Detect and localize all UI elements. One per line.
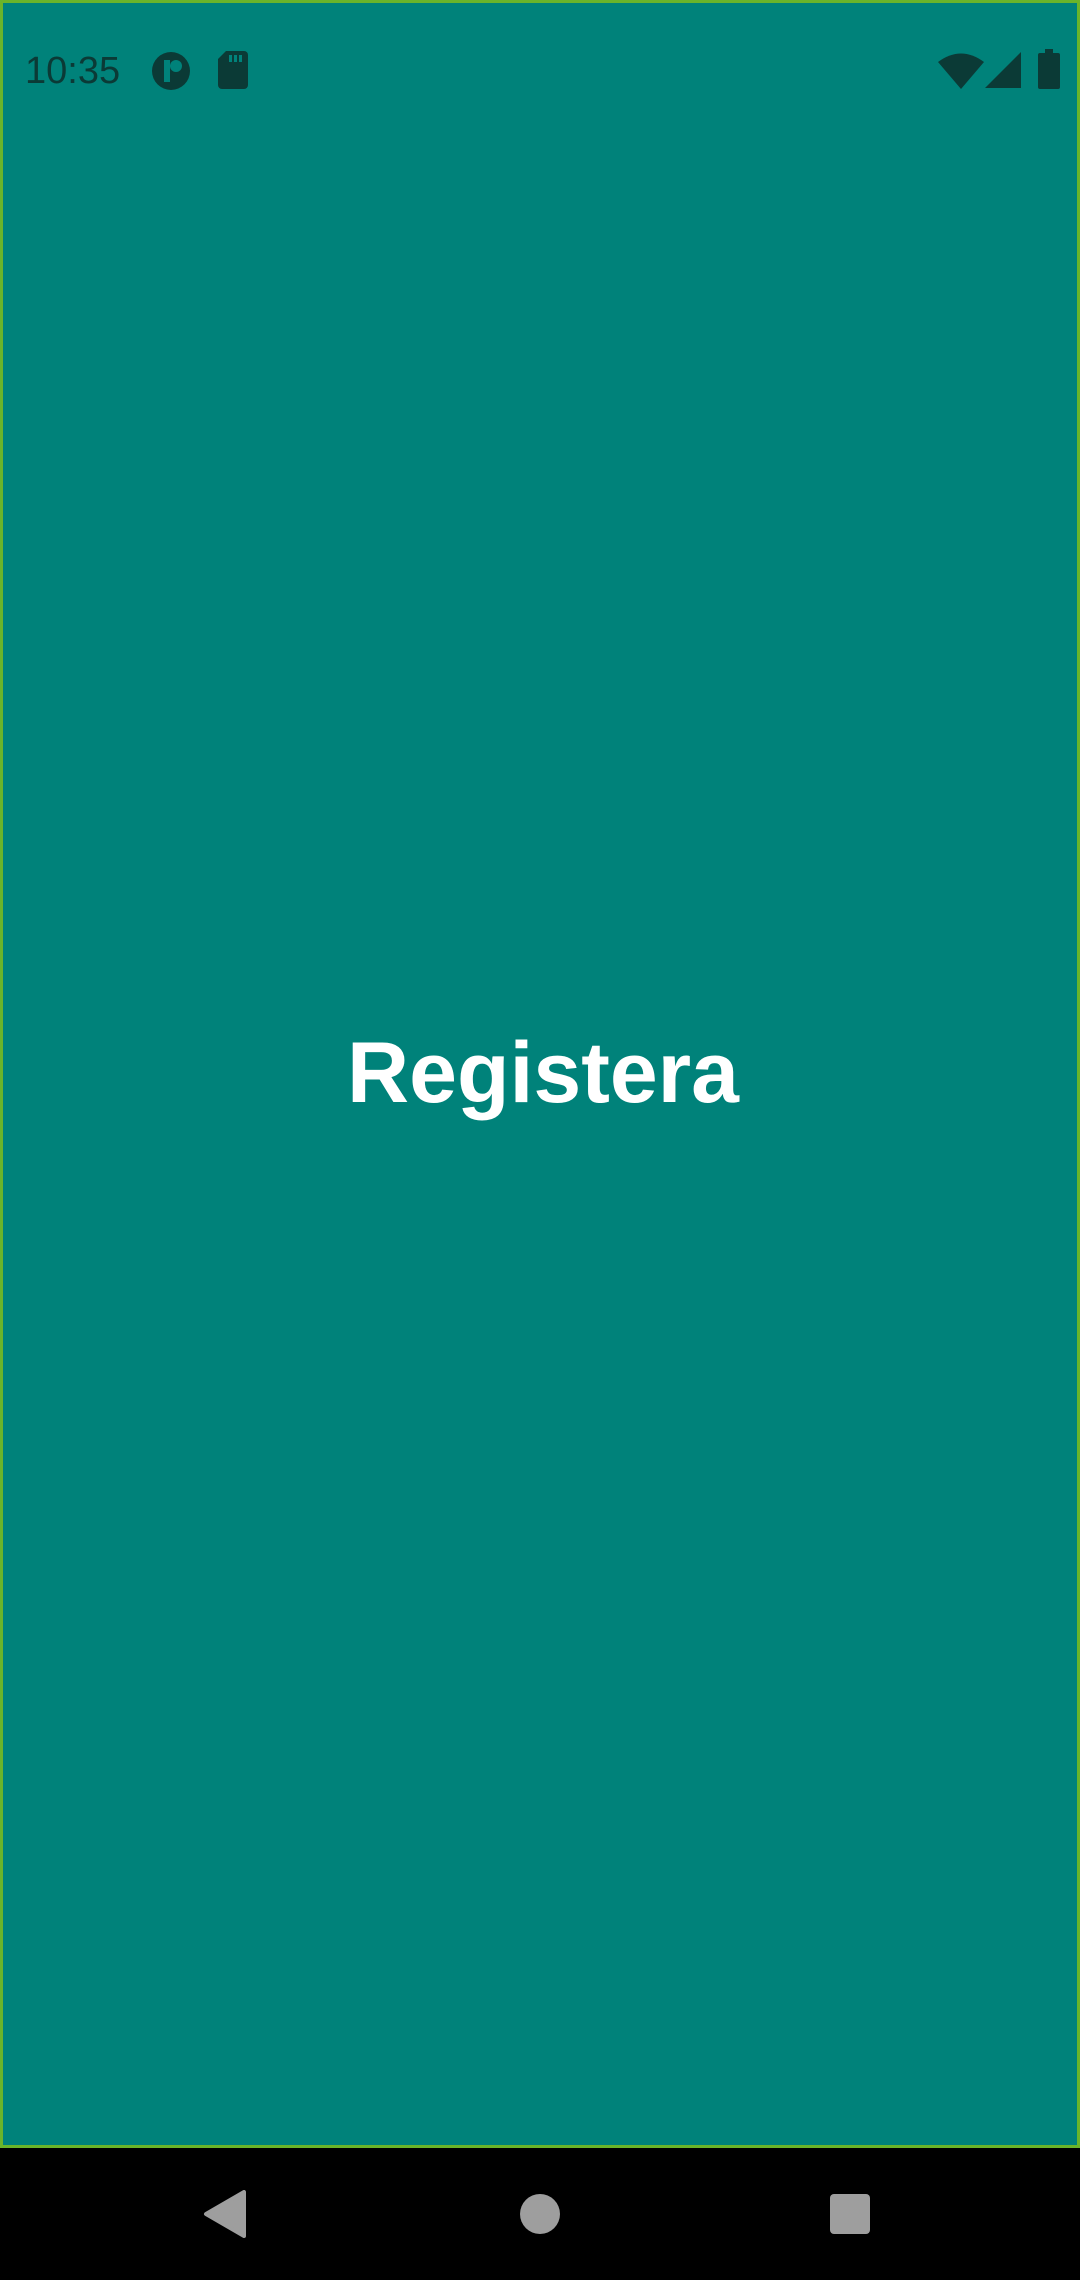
app-notification-icon bbox=[152, 52, 190, 90]
page-title: Registera bbox=[347, 1025, 739, 1121]
wifi-icon bbox=[938, 53, 984, 89]
recents-icon[interactable] bbox=[830, 2194, 870, 2234]
main-content: Registera bbox=[3, 138, 1080, 2151]
cellular-signal-icon bbox=[985, 52, 1021, 88]
status-time: 10:35 bbox=[25, 50, 121, 92]
navigation-bar bbox=[0, 2148, 1080, 2280]
home-icon[interactable] bbox=[520, 2194, 560, 2234]
sd-card-icon bbox=[218, 51, 248, 89]
back-icon[interactable] bbox=[202, 2190, 246, 2238]
app-screen: 10:35 Registera bbox=[0, 0, 1080, 2148]
battery-icon bbox=[1038, 49, 1060, 89]
status-bar: 10:35 bbox=[3, 3, 1080, 138]
